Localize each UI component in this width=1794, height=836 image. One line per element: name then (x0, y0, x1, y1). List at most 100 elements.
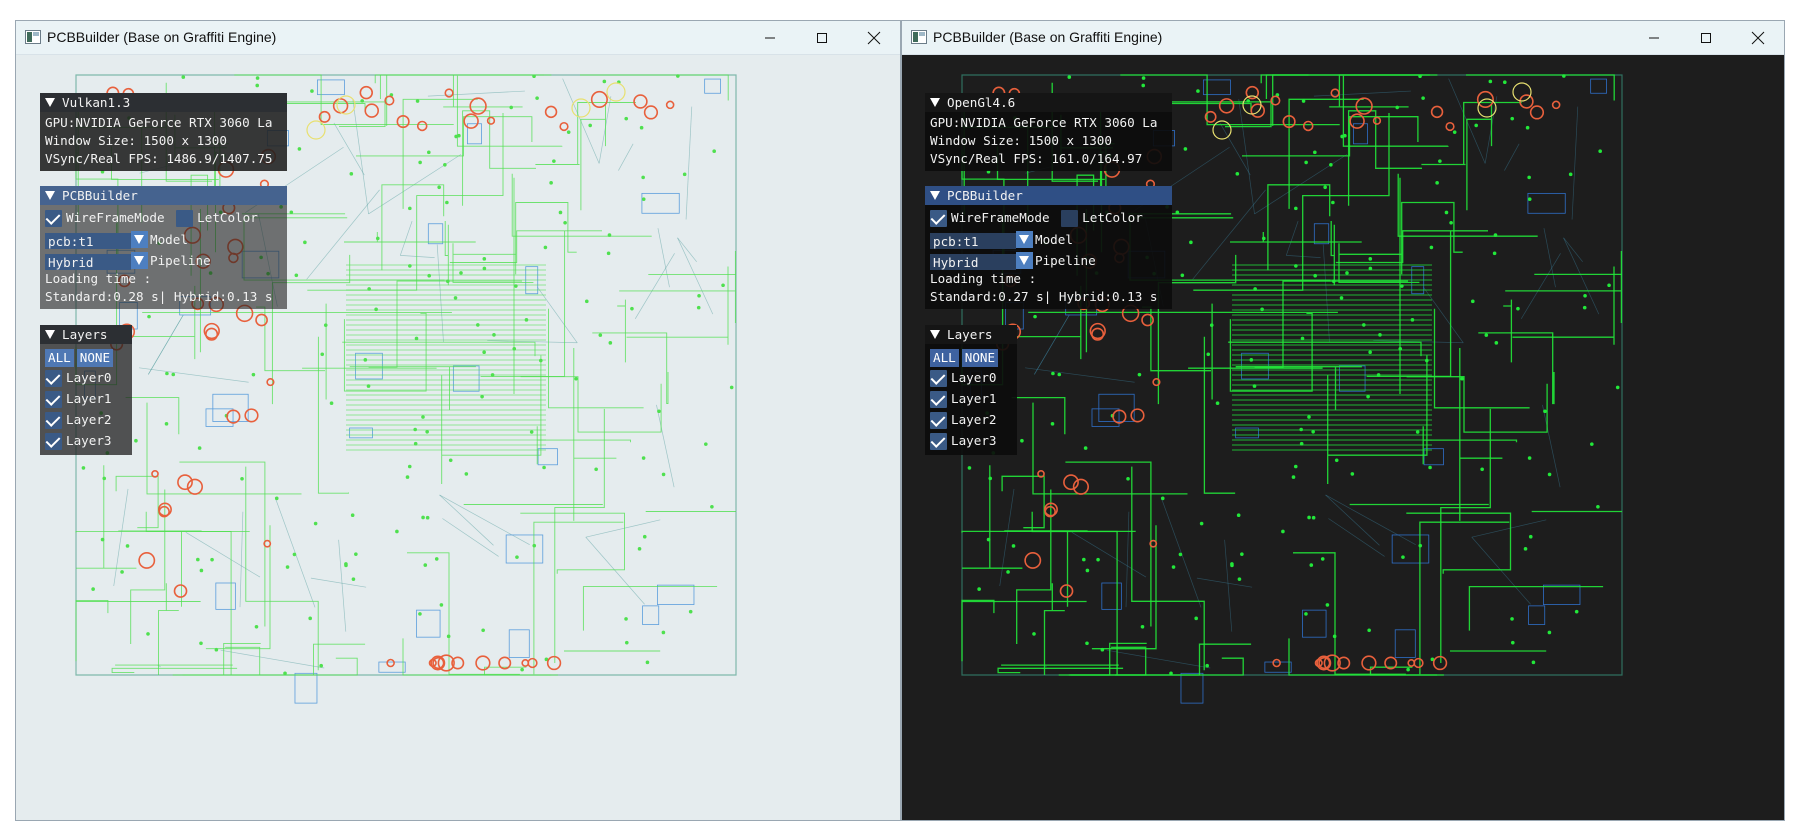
layers-header[interactable]: Layers (925, 325, 1017, 344)
via (1502, 80, 1507, 85)
render-viewport[interactable]: Vulkan1.3 GPU:NVIDIA GeForce RTX 3060 La… (16, 55, 900, 820)
pad (138, 552, 156, 569)
model-combo[interactable]: pcb:t1 (930, 231, 1033, 249)
minimize-button[interactable] (1628, 21, 1680, 54)
via (1313, 150, 1317, 155)
via (418, 160, 422, 165)
pad (1372, 116, 1382, 125)
via (418, 612, 422, 616)
all-layers-button[interactable]: ALL (930, 348, 959, 367)
via (602, 79, 607, 84)
trace (229, 657, 358, 676)
layer2-label: Layer2 (951, 412, 997, 427)
trace (515, 202, 577, 275)
layers-header[interactable]: Layers (40, 325, 132, 344)
trace (1131, 466, 1205, 671)
via (1235, 172, 1240, 176)
pipeline-combo-value: Hybrid (45, 254, 131, 270)
model-combo-value: pcb:t1 (930, 233, 1016, 249)
layer0-label: Layer0 (951, 370, 997, 385)
layer2-checkbox[interactable] (45, 412, 62, 429)
via (303, 240, 307, 245)
layer0-checkbox[interactable] (930, 370, 947, 387)
via (134, 438, 138, 443)
render-viewport[interactable]: OpenGl4.6 GPU:NVIDIA GeForce RTX 3060 La… (902, 55, 1784, 820)
via (1418, 543, 1423, 548)
none-layers-button[interactable]: NONE (76, 348, 114, 367)
trace (1433, 308, 1530, 409)
pad (559, 121, 569, 132)
via (657, 409, 661, 414)
wireframe-edge (338, 539, 347, 632)
wireframe-checkbox[interactable] (45, 210, 62, 227)
layer3-checkbox[interactable] (930, 433, 947, 450)
via (1294, 206, 1298, 211)
via (1252, 384, 1257, 388)
layer1-checkbox[interactable] (45, 391, 62, 408)
minimize-button[interactable] (744, 21, 796, 54)
via (988, 476, 993, 481)
via (446, 634, 451, 639)
pad (643, 105, 659, 120)
all-layers-button[interactable]: ALL (45, 348, 74, 367)
letcolor-checkbox[interactable] (1061, 210, 1079, 227)
via (1596, 504, 1600, 509)
layer0-checkbox[interactable] (45, 370, 62, 387)
renderer-info-header[interactable]: OpenGl4.6 (925, 93, 1172, 112)
via (210, 557, 214, 562)
via (1137, 372, 1142, 377)
via (729, 385, 734, 390)
wireframe-checkbox[interactable] (930, 210, 947, 227)
maximize-button[interactable] (1680, 21, 1732, 54)
via (1140, 625, 1145, 629)
wireframe-edge (634, 253, 675, 319)
layer3-checkbox[interactable] (45, 433, 62, 450)
letcolor-checkbox[interactable] (176, 210, 194, 227)
layer2-checkbox[interactable] (930, 412, 947, 429)
pcbbuilder-title: PCBBuilder (947, 188, 1023, 203)
fps-label: VSync/Real FPS: 1486.9/1407.75 (45, 151, 273, 166)
model-combo[interactable]: pcb:t1 (45, 231, 148, 249)
wireframe-edge (148, 314, 184, 375)
via (1366, 394, 1370, 399)
pad (544, 105, 558, 119)
close-button[interactable] (848, 21, 900, 54)
wireframe-edge (399, 221, 413, 256)
pipeline-combo[interactable]: Hybrid (930, 252, 1033, 270)
wireframe-edge (1520, 253, 1561, 319)
pcbbuilder-panel: PCBBuilder WireFrameMode LetColor pcb:t1… (40, 186, 287, 309)
none-layers-button[interactable]: NONE (961, 348, 999, 367)
via (446, 279, 450, 284)
pad (1302, 120, 1314, 132)
via (552, 159, 556, 163)
via (492, 333, 496, 337)
vulkan-window[interactable]: PCBBuilder (Base on Graffiti Engine) Vul… (15, 20, 901, 821)
opengl-window[interactable]: PCBBuilder (Base on Graffiti Engine) Ope… (901, 20, 1785, 821)
via (1096, 557, 1100, 562)
via (1410, 318, 1415, 322)
renderer-info-header[interactable]: Vulkan1.3 (40, 93, 287, 112)
trace (1440, 408, 1491, 663)
wireframe-edge (677, 237, 714, 315)
maximize-button[interactable] (796, 21, 848, 54)
via (1547, 630, 1552, 635)
via (102, 476, 107, 481)
via (443, 162, 447, 167)
via (696, 305, 701, 310)
component-outline (657, 584, 695, 605)
layer1-checkbox[interactable] (930, 391, 947, 408)
title-bar[interactable]: PCBBuilder (Base on Graffiti Engine) (16, 21, 900, 55)
pipeline-combo[interactable]: Hybrid (45, 252, 148, 270)
pcbbuilder-header[interactable]: PCBBuilder (925, 186, 1172, 205)
via (1320, 557, 1325, 561)
layer3-label: Layer3 (951, 433, 997, 448)
minimize-icon (765, 37, 775, 38)
trace (1001, 475, 1045, 529)
via (1291, 475, 1296, 479)
close-button[interactable] (1732, 21, 1784, 54)
trace (146, 402, 302, 495)
pad (1445, 121, 1455, 132)
pcbbuilder-header[interactable]: PCBBuilder (40, 186, 287, 205)
title-bar[interactable]: PCBBuilder (Base on Graffiti Engine) (902, 21, 1784, 55)
wireframe-edge (1071, 531, 1147, 578)
